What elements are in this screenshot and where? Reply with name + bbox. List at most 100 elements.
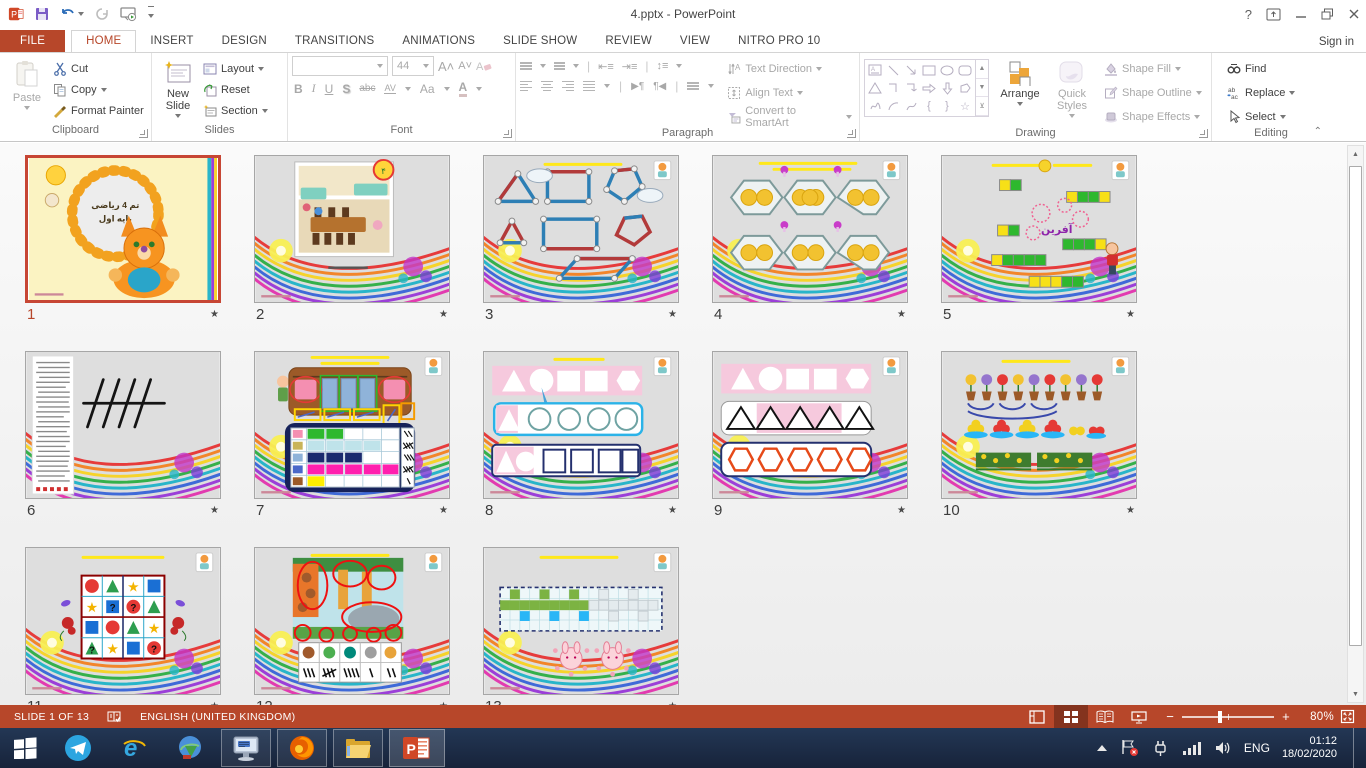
tab-transitions[interactable]: TRANSITIONS [281,31,389,52]
replace-button[interactable]: abac Replace [1224,82,1298,103]
slide-thumbnail-13[interactable]: 13★ [483,547,679,705]
strikethrough-button[interactable]: abc [359,83,375,94]
taskbar-telegram[interactable] [50,728,106,768]
tab-review[interactable]: REVIEW [591,31,666,52]
copy-button[interactable]: Copy [50,79,147,100]
shape-rounded-rectangle-icon[interactable] [956,61,974,79]
restore-icon[interactable] [1321,8,1334,20]
shape-freeform-icon[interactable] [956,79,974,97]
animation-star-icon[interactable]: ★ [1126,309,1135,320]
reading-view-button[interactable] [1088,705,1122,728]
tab-slide-show[interactable]: SLIDE SHOW [489,31,591,52]
align-center-icon[interactable] [541,79,553,93]
slide-thumbnail-4[interactable]: 4★ [712,155,908,325]
columns-icon[interactable] [687,81,699,92]
close-icon[interactable] [1348,8,1360,20]
shapes-scroll-down-icon[interactable]: ▼ [976,79,988,98]
align-text-button[interactable]: Align Text [724,82,855,103]
taskbar-firefox[interactable] [277,729,327,767]
power-plug-icon[interactable] [1152,739,1170,757]
language-indicator[interactable]: ENGLISH (UNITED KINGDOM) [140,711,295,723]
slide-indicator[interactable]: SLIDE 1 OF 13 [14,711,89,723]
animation-star-icon[interactable]: ★ [439,505,448,516]
clipboard-dialog-launcher-icon[interactable] [139,129,148,138]
reset-button[interactable]: Reset [200,79,271,100]
speaker-icon[interactable] [1214,740,1232,756]
taskbar-file-explorer[interactable] [333,729,383,767]
convert-to-smartart-button[interactable]: Convert to SmartArt [724,106,855,127]
save-icon[interactable] [34,6,50,22]
text-direction-rtl-button[interactable]: ¶◀ [653,81,666,92]
bold-button[interactable]: B [294,82,303,96]
shape-scribble-icon[interactable] [866,97,884,115]
paste-button[interactable]: Paste [4,56,50,124]
action-center-flag-icon[interactable] [1120,739,1140,757]
slide-7-thumb[interactable] [254,351,450,499]
align-left-icon[interactable] [520,79,532,93]
text-shadow-button[interactable]: S [342,82,350,96]
animation-star-icon[interactable]: ★ [668,309,677,320]
shape-arc-icon[interactable] [884,97,902,115]
tab-view[interactable]: VIEW [666,31,724,52]
bullets-icon[interactable] [520,61,532,72]
animation-star-icon[interactable]: ★ [897,309,906,320]
scrollbar-thumb[interactable] [1349,166,1362,646]
arrange-button[interactable]: Arrange [997,56,1043,127]
cut-button[interactable]: Cut [50,58,147,79]
slide-5-thumb[interactable]: آفرین [941,155,1137,303]
text-direction-ltr-button[interactable]: ▶¶ [631,81,644,92]
change-case-button[interactable]: Aa [420,82,435,96]
line-spacing-button[interactable]: ↕≡ [657,60,669,72]
slide-1-thumb[interactable]: تم 4 ریاضی پایه اول [25,155,221,303]
tab-nitro-pro[interactable]: NITRO PRO 10 [724,31,834,52]
shape-triangle-icon[interactable] [866,79,884,97]
font-dialog-launcher-icon[interactable] [503,129,512,138]
tab-insert[interactable]: INSERT [136,31,207,52]
justify-icon[interactable] [583,79,595,93]
shape-curve-icon[interactable] [902,97,920,115]
decrease-font-size-button[interactable]: A˅ [458,60,472,72]
taskbar-powerpoint[interactable]: P [389,729,445,767]
zoom-percentage[interactable]: 80% [1300,711,1334,723]
align-right-icon[interactable] [562,79,574,93]
tab-home[interactable]: HOME [71,30,136,53]
paragraph-dialog-launcher-icon[interactable] [847,129,856,138]
slide-4-thumb[interactable] [712,155,908,303]
slide-10-thumb[interactable] [941,351,1137,499]
start-from-beginning-icon[interactable] [120,6,138,22]
italic-button[interactable]: I [312,81,316,96]
sign-in-link[interactable]: Sign in [1319,36,1354,48]
normal-view-button[interactable] [1020,705,1054,728]
undo-button[interactable] [60,6,84,22]
customize-qat-button[interactable] [148,6,154,22]
shape-rectangle-icon[interactable] [920,61,938,79]
slide-thumbnail-10[interactable]: 10★ [941,351,1137,521]
tab-animations[interactable]: ANIMATIONS [388,31,489,52]
zoom-in-button[interactable]: + [1282,709,1290,724]
taskbar-remote-keyboard-app[interactable] [221,729,271,767]
slide-thumbnail-6[interactable]: 6★ [25,351,221,521]
slide-thumbnail-8[interactable]: 8★ [483,351,679,521]
taskbar-clock[interactable]: 01:12 18/02/2020 [1282,735,1341,761]
quick-styles-button[interactable]: Quick Styles [1051,56,1093,127]
help-button[interactable]: ? [1245,7,1252,22]
drawing-dialog-launcher-icon[interactable] [1199,129,1208,138]
shape-right-arrow-icon[interactable] [920,79,938,97]
shape-right-brace-icon[interactable]: } [938,97,956,115]
new-slide-button[interactable]: New Slide [156,56,200,124]
network-signal-icon[interactable] [1182,740,1202,756]
shape-effects-button[interactable]: Shape Effects [1101,106,1205,127]
font-size-combo[interactable]: 44 [392,56,434,76]
clear-formatting-icon[interactable]: A [476,59,492,73]
underline-button[interactable]: U [325,82,334,96]
increase-indent-button[interactable]: ⇥≡ [622,60,638,73]
slide-12-thumb[interactable] [254,547,450,695]
font-color-button[interactable]: A [459,80,468,97]
scroll-up-icon[interactable]: ▲ [1348,146,1363,162]
animation-star-icon[interactable]: ★ [210,505,219,516]
slide-13-thumb[interactable] [483,547,679,695]
powerpoint-app-icon[interactable]: P [8,6,24,22]
tray-expand-icon[interactable] [1096,744,1108,752]
vertical-scrollbar[interactable]: ▲ ▼ [1347,145,1364,703]
slide-thumbnail-11[interactable]: ★ ★ ? ? ★ ? ★ ? 11★ [25,547,221,705]
